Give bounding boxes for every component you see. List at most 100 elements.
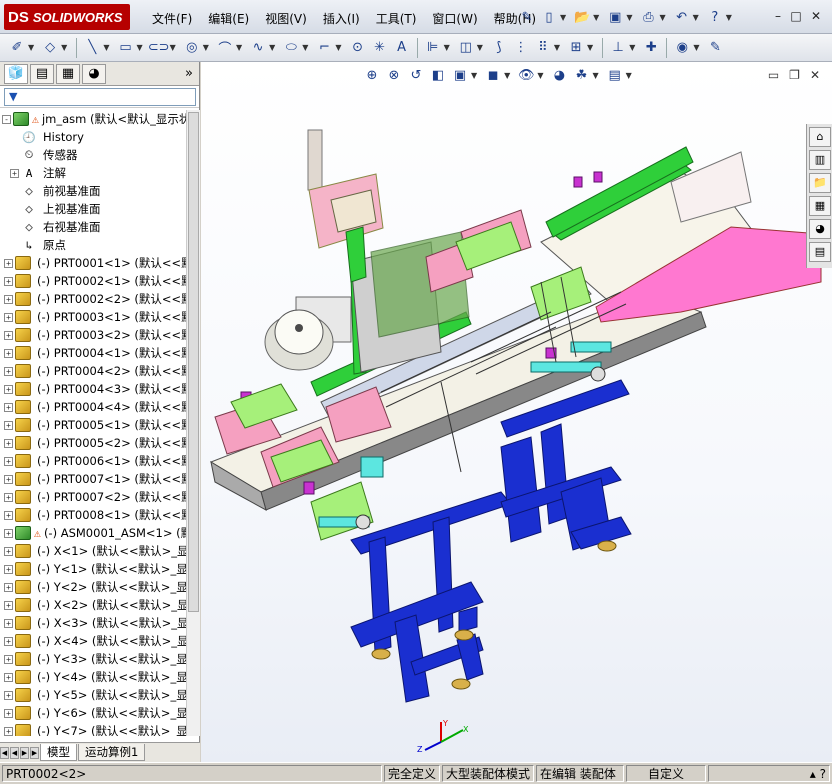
custom-properties-icon[interactable]: ▤ bbox=[809, 242, 831, 262]
expand-icon[interactable]: + bbox=[4, 384, 13, 394]
tab-model[interactable]: 模型 bbox=[40, 744, 77, 761]
line-icon[interactable]: ╲ bbox=[83, 39, 101, 57]
graphics-area[interactable]: ⊕ ⊗ ↺ ◧ ▣ ▼ ◼ ▼ 👁 ▼ ◕ ☘ ▼ ▤ ▼ ▭ ❐ ✕ Y X … bbox=[201, 62, 832, 762]
smart-dimension-icon[interactable]: ◇ bbox=[41, 39, 59, 57]
tree-scrollbar[interactable] bbox=[186, 110, 200, 736]
expand-icon[interactable]: + bbox=[4, 312, 13, 322]
open-icon[interactable]: 📂 bbox=[573, 8, 591, 26]
new-icon[interactable]: ▯ bbox=[540, 8, 558, 26]
fillet-icon[interactable]: ⌐ bbox=[315, 39, 333, 57]
spline-icon[interactable]: ∿ bbox=[249, 39, 267, 57]
tree-row[interactable]: + ⚠ (-) ASM0001_ASM<1> (默 bbox=[0, 524, 186, 542]
offset-icon[interactable]: ⟆ bbox=[490, 39, 508, 57]
assembly-model-view[interactable] bbox=[201, 62, 832, 762]
arc-icon[interactable]: ⌒ bbox=[216, 39, 234, 57]
rectangle-icon[interactable]: ▭ bbox=[116, 39, 134, 57]
expand-icon[interactable]: + bbox=[4, 582, 13, 592]
tree-row[interactable]: + (-) PRT0006<1> (默认<<默 bbox=[0, 452, 186, 470]
tree-row[interactable]: + (-) Y<3> (默认<<默认>_显 bbox=[0, 650, 186, 668]
relations-icon[interactable]: ⊥ bbox=[609, 39, 627, 57]
pin-icon[interactable]: ✎ bbox=[518, 8, 536, 26]
ellipse-icon[interactable]: ⬭ bbox=[282, 39, 300, 57]
tree-row[interactable]: + (-) Y<6> (默认<<默认>_显 bbox=[0, 704, 186, 722]
filter-icon[interactable]: ▼ bbox=[9, 90, 17, 103]
tab-motion-study[interactable]: 运动算例1 bbox=[78, 744, 146, 761]
prev-tab-icon[interactable]: ◀ bbox=[10, 746, 19, 759]
expand-icon[interactable]: + bbox=[4, 690, 13, 700]
help-icon[interactable]: ? bbox=[706, 8, 724, 26]
expand-icon[interactable]: + bbox=[4, 438, 13, 448]
expand-icon[interactable]: + bbox=[4, 636, 13, 646]
centerline-icon[interactable]: ✳ bbox=[371, 39, 389, 57]
circle-icon[interactable]: ◎ bbox=[183, 39, 201, 57]
menu-edit[interactable]: 编辑(E) bbox=[200, 10, 257, 28]
tree-row[interactable]: + (-) Y<2> (默认<<默认>_显 bbox=[0, 578, 186, 596]
home-icon[interactable]: ⌂ bbox=[809, 127, 831, 147]
last-tab-icon[interactable]: ▶ bbox=[30, 746, 39, 759]
tree-row[interactable]: + (-) Y<5> (默认<<默认>_显 bbox=[0, 686, 186, 704]
quick-snaps-icon[interactable]: ◉ bbox=[673, 39, 691, 57]
expand-icon[interactable]: + bbox=[4, 708, 13, 718]
expand-panel-icon[interactable]: » bbox=[185, 66, 193, 81]
tree-row[interactable]: + (-) Y<1> (默认<<默认>_显 bbox=[0, 560, 186, 578]
tree-row[interactable]: + (-) PRT0004<4> (默认<<默 bbox=[0, 398, 186, 416]
status-custom[interactable]: 自定义 bbox=[626, 765, 706, 782]
undo-icon[interactable]: ↶ bbox=[673, 8, 691, 26]
tree-row[interactable]: ↳ 原点 bbox=[0, 236, 186, 254]
mirror-icon[interactable]: ⋮ bbox=[512, 39, 530, 57]
expand-icon[interactable]: + bbox=[10, 168, 19, 178]
expand-icon[interactable]: + bbox=[4, 600, 13, 610]
expand-icon[interactable]: + bbox=[4, 474, 13, 484]
save-icon[interactable]: ▣ bbox=[606, 8, 624, 26]
expand-icon[interactable]: + bbox=[4, 528, 13, 538]
expand-icon[interactable]: + bbox=[4, 456, 13, 466]
pattern-icon[interactable]: ⠿ bbox=[534, 39, 552, 57]
solidworks-logo[interactable]: DS SOLIDWORKS bbox=[4, 4, 130, 30]
expand-icon[interactable]: + bbox=[4, 330, 13, 340]
tree-row[interactable]: + A 注解 bbox=[0, 164, 186, 182]
tree-row[interactable]: + (-) PRT0005<1> (默认<<默 bbox=[0, 416, 186, 434]
tree-row[interactable]: + (-) X<2> (默认<<默认>_显 bbox=[0, 596, 186, 614]
tree-row[interactable]: + (-) PRT0004<3> (默认<<默 bbox=[0, 380, 186, 398]
slot-icon[interactable]: ⊂⊃ bbox=[148, 39, 170, 57]
tree-row[interactable]: + (-) PRT0004<2> (默认<<默 bbox=[0, 362, 186, 380]
expand-icon[interactable]: + bbox=[4, 258, 13, 268]
tree-row[interactable]: + (-) X<3> (默认<<默认>_显 bbox=[0, 614, 186, 632]
view-palette-icon[interactable]: ▦ bbox=[809, 196, 831, 216]
maximize-button[interactable]: □ bbox=[788, 9, 804, 23]
tree-row[interactable]: + (-) Y<7> (默认<<默认>_显 bbox=[0, 722, 186, 736]
expand-icon[interactable]: + bbox=[4, 726, 13, 736]
property-manager-tab[interactable]: ▤ bbox=[30, 63, 54, 84]
expand-icon[interactable]: + bbox=[4, 276, 13, 286]
tree-row[interactable]: + (-) PRT0005<2> (默认<<默 bbox=[0, 434, 186, 452]
filter-input[interactable]: ▼ bbox=[4, 88, 196, 106]
scrollbar-thumb[interactable] bbox=[188, 112, 199, 612]
expand-icon[interactable]: + bbox=[4, 546, 13, 556]
next-tab-icon[interactable]: ▶ bbox=[20, 746, 29, 759]
menu-tools[interactable]: 工具(T) bbox=[368, 10, 425, 28]
tree-row[interactable]: ◇ 右视基准面 bbox=[0, 218, 186, 236]
expand-icon[interactable]: + bbox=[4, 672, 13, 682]
tree-row[interactable]: + (-) PRT0001<1> (默认<<默 bbox=[0, 254, 186, 272]
minimize-button[interactable]: – bbox=[770, 9, 786, 23]
tree-row[interactable]: + (-) PRT0004<1> (默认<<默 bbox=[0, 344, 186, 362]
expand-icon[interactable]: + bbox=[4, 618, 13, 628]
text-icon[interactable]: A bbox=[393, 39, 411, 57]
menu-insert[interactable]: 插入(I) bbox=[315, 10, 368, 28]
configuration-manager-tab[interactable]: ▦ bbox=[56, 63, 80, 84]
convert-icon[interactable]: ◫ bbox=[457, 39, 475, 57]
close-button[interactable]: ✕ bbox=[808, 9, 824, 23]
design-library-icon[interactable]: ▥ bbox=[809, 150, 831, 170]
sketch-icon[interactable]: ✐ bbox=[8, 39, 26, 57]
print-icon[interactable]: ⎙ bbox=[639, 8, 657, 26]
tree-row[interactable]: ◇ 前视基准面 bbox=[0, 182, 186, 200]
feature-tree-tab[interactable]: 🧊 bbox=[4, 63, 28, 84]
tree-row[interactable]: + (-) PRT0008<1> (默认<<默 bbox=[0, 506, 186, 524]
menu-view[interactable]: 视图(V) bbox=[257, 10, 315, 28]
expand-icon[interactable]: + bbox=[4, 564, 13, 574]
tree-row[interactable]: + (-) PRT0007<2> (默认<<默 bbox=[0, 488, 186, 506]
point-icon[interactable]: ⊙ bbox=[349, 39, 367, 57]
collapse-icon[interactable]: - bbox=[2, 114, 11, 124]
file-explorer-icon[interactable]: 📁 bbox=[809, 173, 831, 193]
tree-row[interactable]: + (-) X<4> (默认<<默认>_显 bbox=[0, 632, 186, 650]
